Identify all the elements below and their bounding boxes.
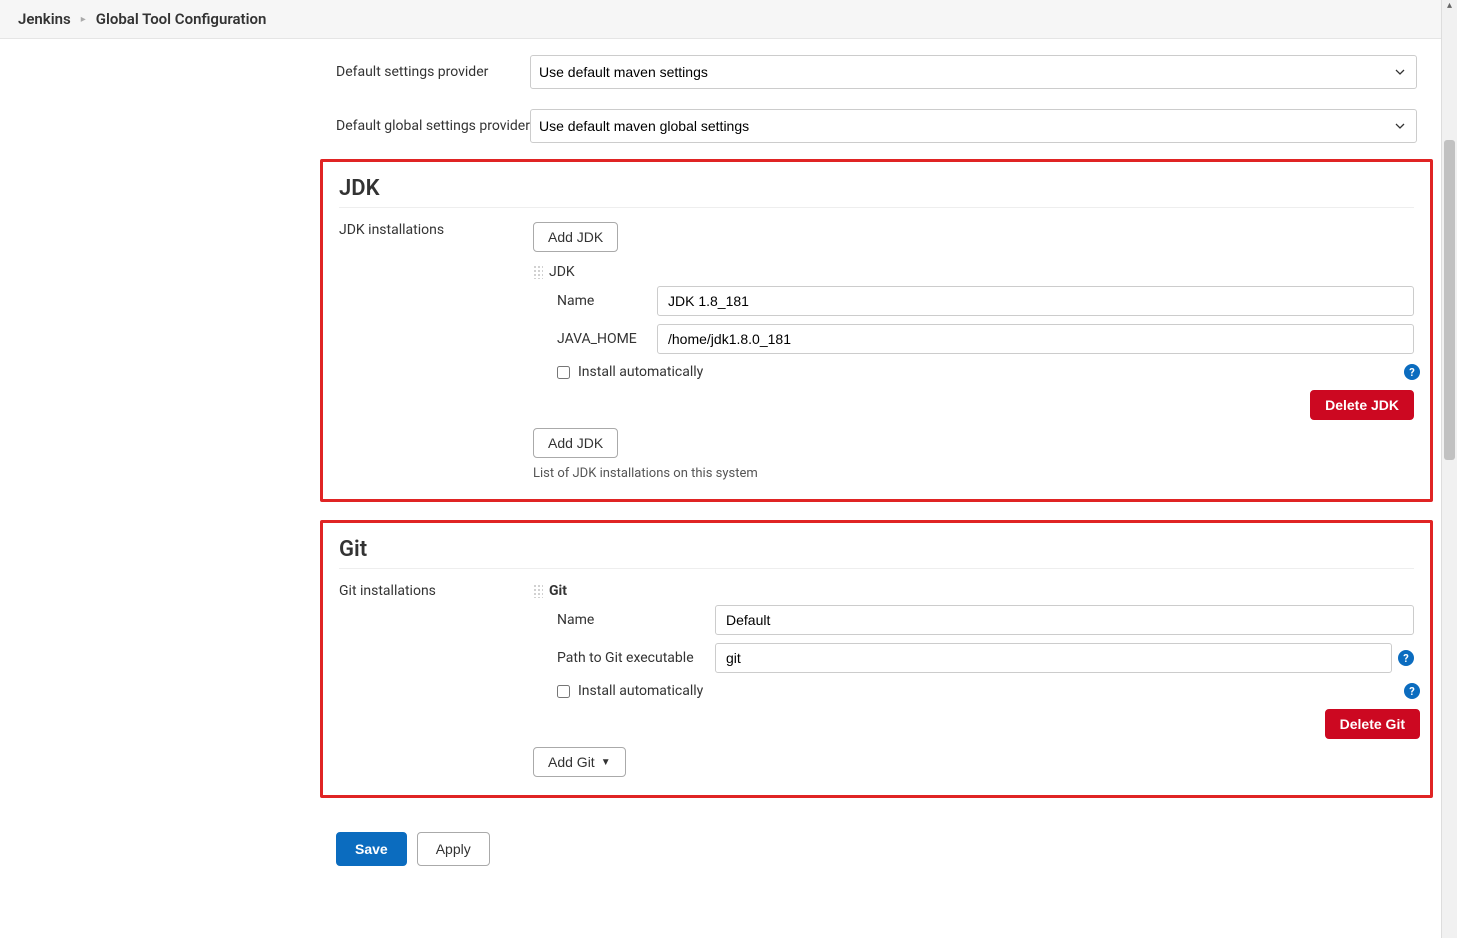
jdk-installations-label: JDK installations [339, 222, 533, 238]
jdk-section: JDK JDK installations Add JDK JDK Name J… [320, 159, 1433, 502]
delete-git-button[interactable]: Delete Git [1325, 709, 1420, 739]
git-tool-block: Git Name Path to Git executable ? Instal… [533, 583, 1414, 739]
git-install-auto-checkbox[interactable] [557, 685, 570, 698]
jdk-help-text: List of JDK installations on this system [533, 466, 1414, 481]
jdk-install-auto-label: Install automatically [578, 364, 703, 380]
git-section-title: Git [339, 537, 1414, 569]
git-path-input[interactable] [715, 643, 1392, 673]
add-git-button[interactable]: Add Git ▼ [533, 747, 626, 777]
help-icon[interactable]: ? [1404, 683, 1420, 699]
breadcrumb-page-link[interactable]: Global Tool Configuration [96, 10, 267, 28]
jdk-name-input[interactable] [657, 286, 1414, 316]
save-button[interactable]: Save [336, 832, 407, 866]
caret-down-icon: ▼ [601, 757, 611, 768]
scrollbar-thumb[interactable] [1444, 140, 1455, 460]
default-global-settings-label: Default global settings provider [336, 118, 530, 134]
scrollbar[interactable]: ▴ [1441, 0, 1457, 938]
add-jdk-button-bottom[interactable]: Add JDK [533, 428, 618, 458]
git-installations-label: Git installations [339, 583, 533, 599]
delete-jdk-button[interactable]: Delete JDK [1310, 390, 1414, 420]
grip-icon[interactable] [533, 265, 543, 279]
help-icon[interactable]: ? [1398, 650, 1414, 666]
jdk-installations-row: JDK installations Add JDK JDK Name JAVA_… [339, 222, 1414, 481]
git-name-label: Name [557, 612, 697, 628]
jdk-name-label: Name [557, 293, 657, 309]
breadcrumb: Jenkins ▸ Global Tool Configuration [0, 0, 1457, 39]
git-install-auto-label: Install automatically [578, 683, 703, 699]
apply-button[interactable]: Apply [417, 832, 490, 866]
add-jdk-button-top[interactable]: Add JDK [533, 222, 618, 252]
content-area: Default settings provider Use default ma… [0, 39, 1457, 922]
breadcrumb-root-link[interactable]: Jenkins [18, 10, 71, 28]
default-settings-row: Default settings provider Use default ma… [320, 51, 1433, 93]
jdk-install-auto-checkbox[interactable] [557, 366, 570, 379]
jdk-section-title: JDK [339, 176, 1414, 208]
jdk-tool-header: JDK [549, 264, 575, 280]
default-global-settings-row: Default global settings provider Use def… [320, 105, 1433, 147]
git-installations-row: Git installations Git Name Path to Git e… [339, 583, 1414, 777]
git-tool-header: Git [549, 583, 567, 599]
chevron-right-icon: ▸ [81, 14, 86, 25]
scroll-arrow-up-icon[interactable]: ▴ [1442, 0, 1457, 11]
jdk-home-input[interactable] [657, 324, 1414, 354]
jdk-tool-block: JDK Name JAVA_HOME Install automatically… [533, 264, 1414, 420]
git-path-label: Path to Git executable [557, 650, 715, 666]
default-settings-label: Default settings provider [336, 64, 530, 80]
default-settings-select[interactable]: Use default maven settings [530, 55, 1417, 89]
grip-icon[interactable] [533, 584, 543, 598]
git-section: Git Git installations Git Name Path to G… [320, 520, 1433, 798]
default-global-settings-select[interactable]: Use default maven global settings [530, 109, 1417, 143]
git-name-input[interactable] [715, 605, 1414, 635]
help-icon[interactable]: ? [1404, 364, 1420, 380]
footer-buttons: Save Apply [320, 816, 1433, 882]
jdk-home-label: JAVA_HOME [557, 331, 657, 347]
